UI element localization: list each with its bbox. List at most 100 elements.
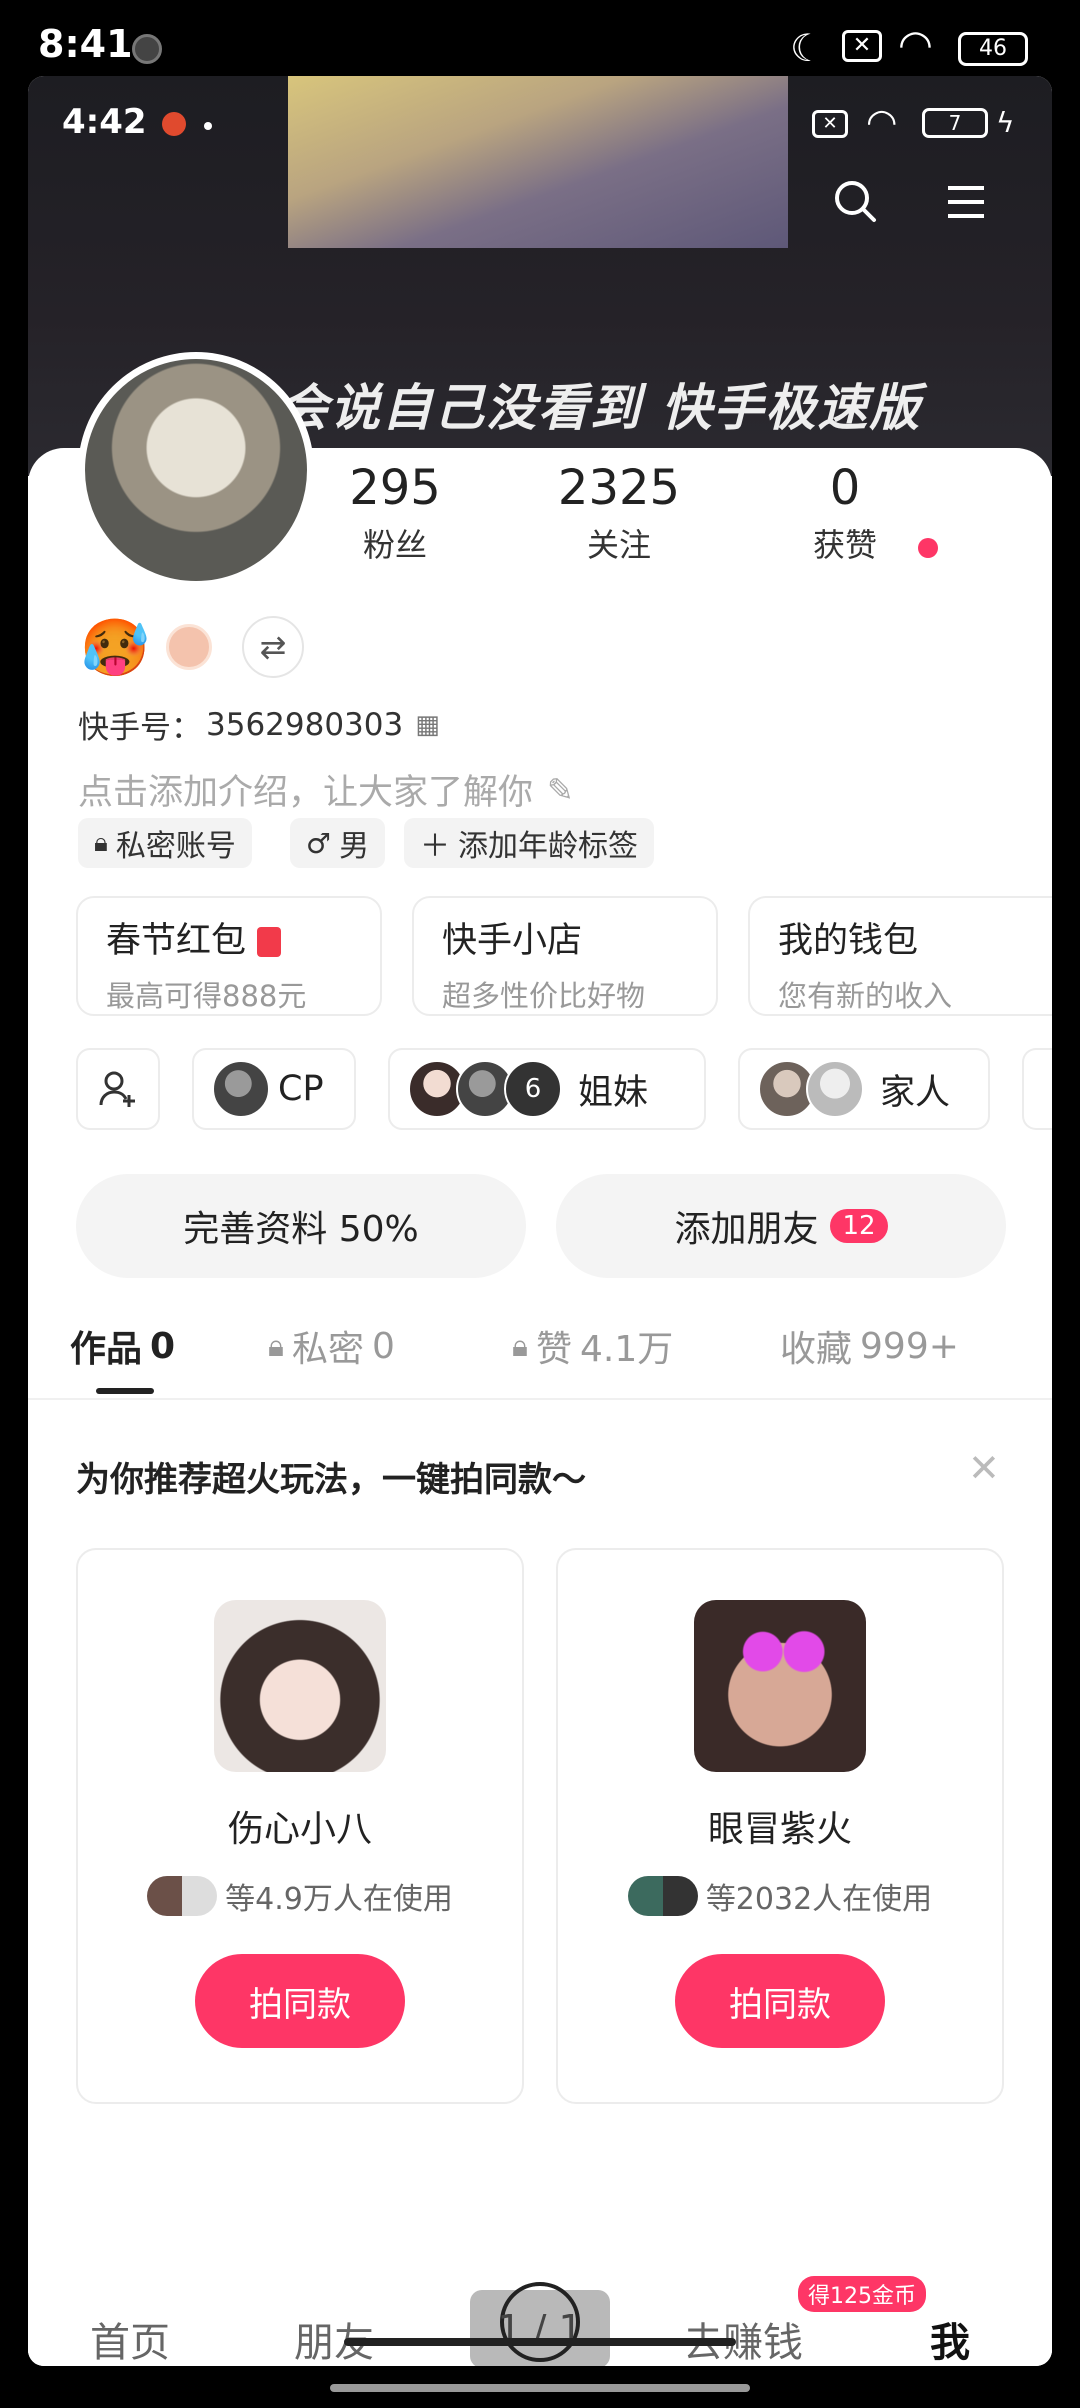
search-icon[interactable] (830, 176, 882, 228)
tab-count: 4.1万 (579, 1329, 674, 1370)
tag-label: 男 (339, 829, 370, 864)
card-spring-red-packet[interactable]: 春节红包 最高可得888元 (76, 896, 382, 1016)
stat-likes[interactable]: 0 获赞 (760, 460, 930, 566)
effect-thumbnail (214, 1600, 386, 1772)
emoji-badge-icon[interactable]: 🥵 (80, 614, 150, 684)
card-subtitle: 超多性价比好物 (442, 979, 646, 1013)
level-badge-icon[interactable] (166, 624, 212, 670)
charging-icon: ϟ (996, 106, 1015, 139)
tab-divider (28, 1398, 1052, 1400)
menu-icon[interactable] (946, 182, 986, 222)
sister-count-avatar: 6 (504, 1060, 562, 1118)
moon-icon: ☾ (790, 26, 825, 70)
user-id-row[interactable]: 快手号： 3562980303 ▦ (78, 702, 440, 747)
card-wallet[interactable]: 我的钱包 您有新的收入 (748, 896, 1052, 1016)
sister-count: 6 (524, 1074, 542, 1104)
add-friend-label: 添加朋友 (674, 1209, 819, 1250)
tab-active-indicator (96, 1388, 154, 1394)
shoot-same-button[interactable]: 拍同款 (195, 1954, 405, 2048)
recommend-card[interactable]: 伤心小八 等4.9万人在使用 拍同款 (76, 1548, 524, 2104)
wifi-icon: ◠ (898, 22, 933, 68)
earn-coins-badge: 得125金币 (798, 2276, 926, 2312)
add-friend-button[interactable]: 添加朋友 12 (556, 1174, 1006, 1278)
tab-count: 999+ (860, 1325, 959, 1367)
card-title: 我的钱包 (778, 921, 919, 961)
inner-dot-icon (204, 122, 212, 130)
card-subtitle: 您有新的收入 (778, 979, 953, 1013)
user-id-value: 3562980303 (206, 706, 404, 743)
complete-profile-label: 完善资料 50% (183, 1209, 419, 1250)
lock-icon: 🔒︎ (512, 1328, 528, 1364)
edit-pencil-icon[interactable]: ✎ (547, 771, 574, 809)
nav-me[interactable]: 我 (890, 2310, 1010, 2366)
male-icon: ♂ (306, 826, 332, 860)
relation-label: CP (278, 1069, 324, 1109)
tab-private[interactable]: 🔒︎ 私密 0 (268, 1320, 395, 1372)
add-user-icon (99, 1071, 135, 1107)
avatar[interactable] (78, 352, 314, 588)
tab-label: 私密 (291, 1329, 364, 1370)
bio-placeholder[interactable]: 点击添加介绍，让大家了解你 ✎ (78, 764, 574, 815)
stat-label: 粉丝 (362, 526, 427, 564)
relation-cp[interactable]: CP (192, 1048, 356, 1130)
effect-name: 眼冒紫火 (707, 1809, 852, 1850)
card-subtitle: 最高可得888元 (106, 979, 307, 1013)
user-avatars (147, 1876, 218, 1916)
phone-screen: 4:42 ✕ ◠ 7 ϟ 会说自己没看到 快手极速版 295 粉丝 2325 关… (28, 76, 1052, 2366)
stat-following[interactable]: 2325 关注 (534, 460, 704, 566)
shoot-same-button[interactable]: 拍同款 (675, 1954, 885, 2048)
inner-home-indicator (344, 2338, 736, 2346)
battery-level: 46 (979, 36, 1007, 61)
inner-app-icon (162, 112, 186, 136)
switch-account-icon[interactable]: ⇄ (242, 616, 304, 678)
effect-users-text: 等2032人在使用 (705, 1882, 933, 1917)
new-likes-dot (918, 538, 938, 558)
status-time: 8:41 (38, 22, 133, 66)
user-id-label: 快手号： (78, 710, 202, 746)
card-title: 快手小店 (442, 921, 583, 961)
no-sim-icon: ✕ (842, 30, 882, 62)
family-avatar (806, 1060, 864, 1118)
red-packet-icon (257, 927, 282, 957)
nav-create-button[interactable]: 1 / 1 (470, 2282, 610, 2366)
tag-label: 私密账号 (115, 829, 236, 864)
tab-label: 收藏 (780, 1329, 853, 1370)
cp-avatar (212, 1060, 270, 1118)
relation-sisters[interactable]: 6 姐妹 (388, 1048, 706, 1130)
tag-label: 添加年龄标签 (458, 829, 638, 864)
stat-value: 295 (349, 460, 441, 516)
cover-image (288, 76, 788, 248)
add-friend-badge: 12 (830, 1209, 888, 1243)
tab-count: 0 (371, 1325, 395, 1367)
user-avatars (627, 1876, 698, 1916)
stat-followers[interactable]: 295 粉丝 (310, 460, 480, 566)
qr-code-icon[interactable]: ▦ (415, 710, 440, 740)
plus-icon: ＋ (420, 829, 450, 864)
nav-home[interactable]: 首页 (70, 2310, 190, 2366)
bio-text: 点击添加介绍，让大家了解你 (78, 773, 534, 813)
tag-gender[interactable]: ♂ 男 (290, 818, 386, 868)
effect-users: 等4.9万人在使用 (78, 1874, 522, 1918)
inner-battery-level: 7 (948, 111, 962, 135)
tab-works[interactable]: 作品 0 (70, 1320, 175, 1372)
relation-label: 家人 (880, 1072, 951, 1113)
relation-family[interactable]: 家人 (738, 1048, 990, 1130)
add-relation-button[interactable] (76, 1048, 160, 1130)
lock-icon: 🔒︎ (268, 1328, 284, 1364)
inner-status-time: 4:42 (62, 102, 147, 142)
inner-no-sim-icon: ✕ (812, 110, 848, 138)
home-indicator (330, 2384, 750, 2392)
card-kwai-shop[interactable]: 快手小店 超多性价比好物 (412, 896, 718, 1016)
tab-likes[interactable]: 🔒︎ 赞 4.1万 (512, 1320, 673, 1372)
relation-more[interactable] (1022, 1048, 1052, 1130)
tag-private-account[interactable]: 🔒︎ 私密账号 (78, 818, 252, 868)
close-icon[interactable]: ✕ (968, 1446, 1000, 1490)
recommend-card[interactable]: 眼冒紫火 等2032人在使用 拍同款 (556, 1548, 1004, 2104)
tab-favorites[interactable]: 收藏 999+ (780, 1320, 959, 1372)
stat-value: 2325 (557, 460, 681, 516)
effect-users-text: 等4.9万人在使用 (225, 1882, 453, 1917)
tag-add-age[interactable]: ＋ 添加年龄标签 (404, 818, 654, 868)
cover-caption: 会说自己没看到 快手极速版 (278, 379, 922, 437)
tab-label: 作品 (70, 1329, 143, 1370)
complete-profile-button[interactable]: 完善资料 50% (76, 1174, 526, 1278)
